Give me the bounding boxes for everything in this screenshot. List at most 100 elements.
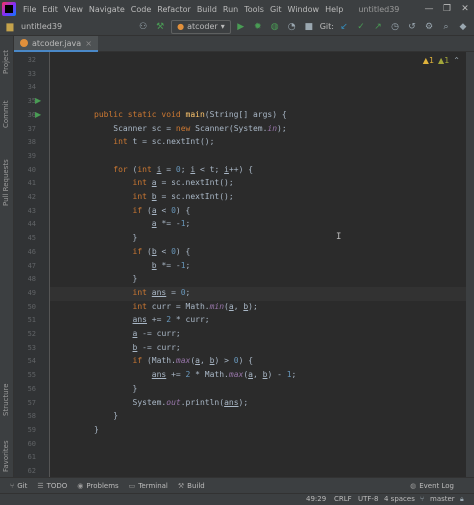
error-stripe[interactable]: [466, 52, 474, 477]
tool-tab-pull-requests[interactable]: Pull Requests: [2, 159, 10, 206]
code-line[interactable]: ans += 2 * curr;: [94, 315, 210, 324]
menu-build[interactable]: Build: [194, 5, 220, 14]
menu-code[interactable]: Code: [128, 5, 154, 14]
code-token: ,: [233, 301, 244, 311]
run-config-selector[interactable]: ● atcoder ▾: [171, 19, 231, 34]
code-token: int: [94, 301, 152, 311]
code-line[interactable]: }: [94, 425, 99, 434]
code-line[interactable]: System.out.println(ans);: [94, 398, 249, 407]
code-line[interactable]: }: [94, 274, 138, 283]
tool-tab-project[interactable]: Project: [2, 50, 10, 74]
menu-edit[interactable]: Edit: [39, 5, 61, 14]
code-line[interactable]: int ans = 0;: [94, 287, 191, 297]
file-encoding[interactable]: UTF-8: [358, 495, 378, 503]
git-branch[interactable]: master: [430, 495, 455, 503]
menu-run[interactable]: Run: [220, 5, 241, 14]
code-token: *= -: [156, 260, 181, 270]
caret-position[interactable]: 49:29: [306, 495, 326, 503]
search-icon[interactable]: ⌕: [439, 20, 453, 34]
line-number: 56: [27, 384, 36, 393]
lock-icon[interactable]: 🔒︎: [460, 495, 464, 504]
tool-tab-structure[interactable]: Structure: [2, 383, 10, 416]
code-token: int: [94, 137, 133, 147]
tool-git[interactable]: ⑂ Git: [10, 482, 27, 490]
line-number: 37: [27, 124, 36, 133]
profile-icon[interactable]: ◔: [285, 20, 299, 34]
code-line[interactable]: a -= curr;: [94, 329, 181, 338]
code-token: -= curr;: [137, 342, 181, 352]
code-line[interactable]: int b = sc.nextInt();: [94, 192, 234, 201]
tool-build[interactable]: ⚒ Build: [178, 482, 205, 490]
menu-navigate[interactable]: Navigate: [86, 5, 128, 14]
menu-refactor[interactable]: Refactor: [154, 5, 194, 14]
build-hammer-icon[interactable]: ⚒: [153, 20, 167, 34]
tool-tab-favorites[interactable]: Favorites: [2, 440, 10, 472]
menu-window[interactable]: Window: [285, 5, 323, 14]
chevron-up-icon[interactable]: ⌃: [453, 56, 460, 65]
git-commit-icon[interactable]: ✓: [354, 20, 368, 34]
git-push-icon[interactable]: ↗: [371, 20, 385, 34]
code-line[interactable]: }: [94, 233, 138, 242]
tool-terminal[interactable]: ▭ Terminal: [129, 482, 168, 490]
hammer-icon: ⚒: [177, 481, 185, 490]
project-breadcrumb[interactable]: untitled39: [21, 22, 62, 31]
code-line[interactable]: Scanner sc = new Scanner(System.in);: [94, 123, 287, 133]
add-user-icon[interactable]: ⚇: [136, 20, 150, 34]
tool-tab-commit[interactable]: Commit: [2, 101, 10, 129]
jetbrains-icon[interactable]: ◆: [456, 20, 470, 34]
line-separator[interactable]: CRLF: [334, 495, 352, 503]
run-gutter-icon[interactable]: ▶: [35, 110, 41, 119]
code-line[interactable]: if (a < 0) {: [94, 205, 191, 215]
code-token: = sc.nextInt();: [156, 192, 234, 201]
code-line[interactable]: int t = sc.nextInt();: [94, 137, 214, 146]
tool-event-log[interactable]: ◍ Event Log: [410, 482, 454, 490]
code-line[interactable]: }: [94, 384, 138, 393]
code-line[interactable]: int curr = Math.min(a, b);: [94, 302, 258, 311]
event-log-icon: ◍: [410, 481, 417, 490]
history-icon[interactable]: ◷: [388, 20, 402, 34]
menu-help[interactable]: Help: [322, 5, 346, 14]
menu-git[interactable]: Git: [267, 5, 285, 14]
run-gutter-icon[interactable]: ▶: [35, 96, 41, 105]
rollback-icon[interactable]: ↺: [405, 20, 419, 34]
settings-icon[interactable]: ⚙: [422, 20, 436, 34]
code-line[interactable]: a *= -1;: [94, 219, 191, 228]
code-line[interactable]: ans += 2 * Math.max(a, b) - 1;: [94, 370, 297, 380]
coverage-icon[interactable]: ◍: [268, 20, 282, 34]
code-token: <: [156, 205, 172, 215]
code-token: );: [277, 123, 287, 133]
tool-todo[interactable]: ☰ TODO: [37, 482, 67, 490]
debug-icon[interactable]: ✹: [251, 20, 265, 34]
code-line[interactable]: int a = sc.nextInt();: [94, 178, 234, 187]
window-title: untitled39: [358, 4, 400, 14]
code-editor[interactable]: 32 33 34 35 ▶ 36 ▶ public static void main(Stri…: [14, 52, 466, 477]
line-number: 42: [27, 193, 36, 201]
tab-atcoder-java[interactable]: atcoder.java ×: [14, 36, 98, 52]
close-tab-icon[interactable]: ×: [85, 39, 92, 48]
code-line[interactable]: if (b < 0) {: [94, 247, 191, 256]
code-token: =: [161, 164, 176, 174]
code-line[interactable]: if (Math.max(a, b) > 0) {: [94, 356, 253, 365]
code-token: ,: [252, 370, 263, 380]
code-line[interactable]: public static void main(String[] args) {: [94, 110, 287, 119]
maximize-icon[interactable]: ❐: [438, 0, 456, 18]
line-number: 46: [27, 247, 36, 256]
code-line[interactable]: for (int i = 0; i < t; i++) {: [94, 165, 253, 174]
menu-file[interactable]: File: [20, 5, 39, 14]
inspection-widget[interactable]: ▲1 ▲1 ⌃: [423, 56, 460, 65]
menu-view[interactable]: View: [61, 5, 86, 14]
stop-icon[interactable]: ■: [302, 20, 316, 34]
event-log-label: Event Log: [419, 481, 454, 490]
code-line[interactable]: }: [94, 411, 118, 420]
close-icon[interactable]: ✕: [456, 0, 474, 18]
minimize-icon[interactable]: —: [420, 0, 438, 18]
code-token: =: [166, 287, 181, 297]
tool-problems[interactable]: ◉ Problems: [77, 482, 118, 490]
menu-tools[interactable]: Tools: [241, 5, 267, 14]
indent-setting[interactable]: 4 spaces: [384, 495, 415, 503]
git-update-icon[interactable]: ↙: [337, 20, 351, 34]
code-line[interactable]: b *= -1;: [94, 260, 191, 270]
run-icon[interactable]: ▶: [234, 20, 248, 34]
code-line[interactable]: b -= curr;: [94, 343, 181, 352]
